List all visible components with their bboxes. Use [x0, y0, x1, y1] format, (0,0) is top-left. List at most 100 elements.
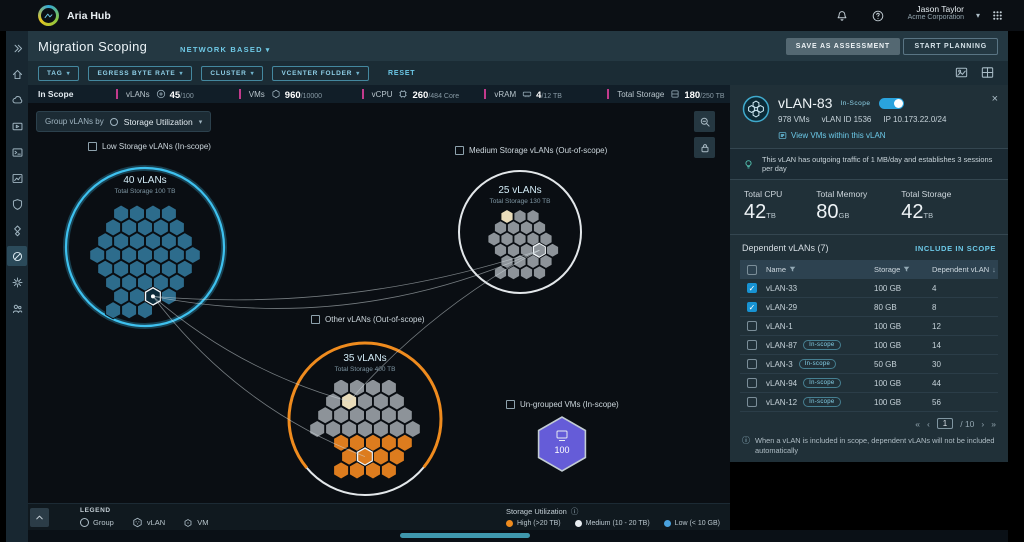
group-by-dropdown[interactable]: Group vLANs by Storage Utilization ▾ [36, 111, 211, 132]
chevron-down-icon: ▾ [67, 70, 71, 77]
first-page-icon[interactable]: « [915, 419, 920, 429]
sidebar-item-cloud[interactable] [7, 90, 27, 110]
row-checkbox[interactable] [747, 340, 757, 350]
layout-grid-icon-button[interactable] [980, 65, 996, 81]
close-icon[interactable]: × [992, 93, 998, 105]
sidebar-item-users[interactable] [7, 298, 27, 318]
sidebar-item-migration-scoping[interactable] [7, 246, 27, 266]
scrollbar-thumb[interactable] [400, 533, 530, 538]
sidebar-item-console[interactable] [7, 142, 27, 162]
save-as-assessment-button[interactable]: SAVE AS ASSESSMENT [786, 38, 900, 55]
page-total: / 10 [960, 419, 974, 429]
table-row[interactable]: vLAN-1 100 GB 12 [740, 317, 998, 336]
list-icon [778, 131, 787, 140]
vm-icon [271, 89, 281, 99]
include-in-scope-link[interactable]: INCLUDE IN SCOPE [915, 244, 996, 253]
help-icon[interactable] [869, 7, 886, 24]
next-page-icon[interactable]: › [981, 419, 984, 429]
row-checkbox[interactable] [747, 321, 757, 331]
vlan-storage: 100 GB [874, 322, 932, 331]
filter-icon[interactable] [789, 266, 796, 273]
filter-chip-tag[interactable]: TAG▾ [38, 66, 79, 81]
zoom-lock-button[interactable] [694, 137, 715, 158]
zoom-out-button[interactable] [694, 111, 715, 132]
vlan-name: vLAN-87 [766, 341, 797, 350]
network-based-dropdown[interactable]: NETWORK BASED▾ [180, 45, 270, 54]
group-checkbox-ungrouped-vms[interactable]: Un-grouped VMs (In-scope) [506, 400, 619, 409]
vlan-bubble-chart[interactable]: 100 Group vLANs by Storage Utilization ▾… [28, 103, 730, 503]
notifications-bell-icon[interactable] [833, 7, 850, 24]
filter-chip-cluster[interactable]: CLUSTER▾ [201, 66, 263, 81]
current-page-input[interactable]: 1 [937, 418, 953, 429]
vlan-storage: 100 GB [874, 341, 932, 350]
high-dot-icon [506, 520, 513, 527]
metric-separator [607, 89, 609, 99]
table-row[interactable]: ✓ vLAN-29 80 GB 8 [740, 298, 998, 317]
sidebar-item-home[interactable] [7, 64, 27, 84]
metric-vlans: vLANs 45/100 [116, 85, 239, 103]
row-checkbox[interactable] [747, 397, 757, 407]
checkbox-icon[interactable] [506, 400, 515, 409]
checkbox-icon[interactable] [455, 146, 464, 155]
sidebar-item-collapse[interactable] [7, 38, 27, 58]
vlan-storage: 100 GB [874, 284, 932, 293]
vlan-name: vLAN-1 [766, 322, 793, 331]
vlan-ip: IP 10.173.22.0/24 [883, 115, 946, 124]
app-switcher-icon[interactable] [989, 7, 1006, 24]
legend-high: High (>20 TB) [506, 520, 561, 527]
vlan-dependents: 8 [932, 303, 998, 312]
row-checkbox[interactable]: ✓ [747, 283, 757, 293]
user-org: Acme Corporation [908, 14, 964, 22]
in-scope-badge: In-scope [803, 340, 840, 350]
snapshot-icon-button[interactable] [954, 65, 970, 81]
in-scope-toggle-label: In-Scope [840, 100, 870, 107]
group-checkbox-low-storage[interactable]: Low Storage vLANs (In-scope) [88, 142, 211, 151]
group-checkbox-other-vlans[interactable]: Other vLANs (Out-of-scope) [311, 315, 425, 324]
metric-vms: VMs 960/10000 [239, 85, 362, 103]
group-checkbox-medium-storage[interactable]: Medium Storage vLANs (Out-of-scope) [455, 146, 607, 155]
dependent-vlans-table: Name Storage Dependent vLAN ↓ ✓ vLAN-33 … [740, 260, 998, 412]
user-menu[interactable]: Jason Taylor Acme Corporation [908, 4, 964, 23]
sidebar-item-vm-library[interactable] [7, 116, 27, 136]
metric-vcpu: vCPU 260/484 Core [362, 85, 485, 103]
sidebar-item-security[interactable] [7, 194, 27, 214]
start-planning-button[interactable]: START PLANNING [903, 38, 998, 55]
view-vms-link[interactable]: View VMs within this vLAN [778, 131, 1008, 140]
sort-descending-icon[interactable]: ↓ [992, 265, 996, 274]
vlan-name: vLAN-3 [766, 360, 793, 369]
in-scope-toggle[interactable] [879, 98, 904, 109]
legend-bar: LEGEND Group vLAN VM Storage Utilization… [28, 503, 730, 530]
table-row[interactable]: ✓ vLAN-33 100 GB 4 [740, 279, 998, 298]
bottom-scrollbar-track [28, 530, 1008, 542]
table-row[interactable]: vLAN-94 In-scope 100 GB 44 [740, 374, 998, 393]
filter-bar: TAG▾ EGRESS BYTE RATE▾ CLUSTER▾ VCENTER … [28, 61, 1008, 85]
filter-chip-vcenter-folder[interactable]: VCENTER FOLDER▾ [272, 66, 369, 81]
table-row[interactable]: vLAN-3 In-scope 50 GB 30 [740, 355, 998, 374]
checkbox-icon[interactable] [88, 142, 97, 151]
table-row[interactable]: vLAN-12 In-scope 100 GB 56 [740, 393, 998, 412]
panel-title: vLAN-83 [778, 95, 832, 111]
row-checkbox[interactable]: ✓ [747, 302, 757, 312]
legend-item-vm: VM [183, 518, 208, 528]
table-row[interactable]: vLAN-87 In-scope 100 GB 14 [740, 336, 998, 355]
vlan-dependents: 44 [932, 379, 998, 388]
legend-collapse-button[interactable] [30, 508, 49, 527]
vlan-id: vLAN ID 1536 [822, 115, 872, 124]
dependent-vlans-title: Dependent vLANs (7) [742, 243, 829, 253]
reset-filters-link[interactable]: RESET [388, 70, 415, 77]
filter-chip-egress-byte-rate[interactable]: EGRESS BYTE RATE▾ [88, 66, 192, 81]
checkbox-icon[interactable] [311, 315, 320, 324]
filter-icon[interactable] [903, 266, 910, 273]
bubble-chart-svg[interactable]: 100 [28, 103, 730, 503]
select-all-checkbox[interactable] [747, 265, 757, 275]
legend-item-group: Group [80, 518, 114, 527]
sidebar-item-reports[interactable] [7, 168, 27, 188]
sidebar-item-settings[interactable] [7, 272, 27, 292]
group-circle-icon [80, 518, 89, 527]
row-checkbox[interactable] [747, 359, 757, 369]
row-checkbox[interactable] [747, 378, 757, 388]
last-page-icon[interactable]: » [991, 419, 996, 429]
sidebar-item-apps[interactable] [7, 220, 27, 240]
prev-page-icon[interactable]: ‹ [927, 419, 930, 429]
radio-icon [110, 118, 118, 126]
